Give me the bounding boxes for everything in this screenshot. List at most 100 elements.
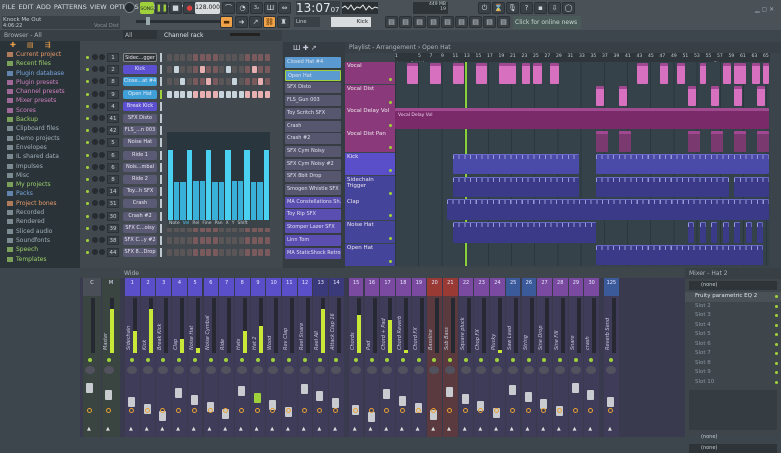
mute-led[interactable]	[417, 358, 421, 362]
picker-item[interactable]: SFX 8bit Drop	[285, 171, 341, 182]
channel-name-button[interactable]: SFX C...oisy	[123, 224, 157, 233]
mixer-strip[interactable]: 10Wood▲	[266, 278, 281, 437]
mixer-strip[interactable]: 2Kick▲	[141, 278, 156, 437]
mic-icon[interactable]: 🎙	[506, 2, 519, 14]
menu-add[interactable]: ADD	[36, 3, 50, 11]
route-arrow-icon[interactable]: ▲	[317, 426, 321, 432]
browser-item[interactable]: Current project	[0, 50, 80, 59]
velocity-bar[interactable]	[264, 150, 270, 220]
picker-item[interactable]: Toy Rip SFX	[285, 209, 341, 220]
step-button[interactable]	[232, 66, 237, 73]
step-button[interactable]	[206, 78, 211, 85]
mute-led[interactable]	[609, 358, 613, 362]
fx-enable-icon[interactable]	[145, 408, 150, 413]
fx-slot[interactable]: Slot 7	[685, 349, 781, 359]
slot-enable-led[interactable]	[775, 343, 778, 346]
picker-item[interactable]: Toy Scritch SFX	[285, 108, 341, 119]
link-icon[interactable]: ⛓	[263, 16, 276, 28]
graph-tab-note[interactable]: Note	[169, 220, 180, 228]
fx-enable-icon[interactable]	[541, 408, 546, 413]
playlist-clip[interactable]	[660, 63, 669, 84]
step-button[interactable]	[226, 91, 231, 98]
fx-slot[interactable]: Slot 3	[685, 311, 781, 321]
graph-tab-vel[interactable]: Vel	[183, 220, 190, 228]
picker-item[interactable]: SFX Disto	[285, 82, 341, 93]
channel-select-indicator[interactable]	[160, 212, 162, 221]
route-arrow-icon[interactable]: ▲	[478, 426, 482, 432]
countdown-icon[interactable]: 3₂	[250, 2, 263, 14]
velocity-bar[interactable]	[212, 182, 218, 221]
pan-knob[interactable]	[367, 366, 377, 374]
track-header[interactable]: Clap	[345, 198, 395, 220]
step-button[interactable]	[265, 66, 270, 73]
pan-knob[interactable]	[85, 366, 95, 374]
pan-knob[interactable]	[331, 366, 341, 374]
input-select[interactable]: (none)	[689, 281, 777, 290]
fx-slot[interactable]: Slot 2	[685, 302, 781, 312]
step-button[interactable]	[180, 66, 185, 73]
channel-select-indicator[interactable]	[160, 163, 162, 172]
pan-knob[interactable]	[253, 366, 263, 374]
song-mode-toggle[interactable]: SONG	[140, 2, 154, 14]
mute-led[interactable]	[464, 358, 468, 362]
step-button[interactable]	[187, 78, 192, 85]
fx-enable-icon[interactable]	[463, 408, 468, 413]
playlist-clip[interactable]	[734, 154, 769, 175]
group-filter[interactable]: All	[123, 30, 157, 39]
volume-knob[interactable]	[99, 152, 105, 158]
pan-knob[interactable]	[606, 366, 616, 374]
channel-select-indicator[interactable]	[160, 151, 162, 160]
playlist-clip[interactable]	[734, 222, 740, 243]
mute-led[interactable]	[256, 358, 260, 362]
picker-item[interactable]: Linn Tom	[285, 235, 341, 246]
channel-mute-led[interactable]	[86, 239, 89, 242]
fx-enable-icon[interactable]	[87, 408, 92, 413]
mixer-strip[interactable]: 26String▲	[522, 278, 537, 437]
playlist-clip[interactable]	[453, 63, 465, 84]
browser-item[interactable]: Envelopes	[0, 143, 80, 152]
pan-knob[interactable]	[382, 366, 392, 374]
step-button[interactable]	[219, 91, 224, 98]
step-button[interactable]	[200, 237, 205, 244]
menu-view[interactable]: VIEW	[90, 3, 107, 11]
velocity-bar[interactable]	[180, 182, 186, 221]
metronome-icon[interactable]: ⌒	[222, 2, 235, 14]
fx-enable-icon[interactable]	[416, 408, 421, 413]
step-button[interactable]	[258, 91, 263, 98]
track-header[interactable]: Vocal Dist	[345, 85, 395, 107]
mute-led[interactable]	[193, 358, 197, 362]
fx-enable-icon[interactable]	[384, 408, 389, 413]
step-button[interactable]	[219, 249, 224, 256]
playlist-clip[interactable]	[711, 222, 717, 243]
mixer-strip[interactable]: 24Plucky▲	[490, 278, 505, 437]
pan-knob[interactable]	[492, 366, 502, 374]
browser-item[interactable]: Misc	[0, 171, 80, 180]
channel-name-button[interactable]: Break Kick	[123, 102, 157, 111]
step-button[interactable]	[219, 78, 224, 85]
picker-item[interactable]: Crash	[285, 121, 341, 132]
picker-item[interactable]: MA StaticShock Retro...	[285, 248, 341, 259]
snap-icon[interactable]: ▬	[220, 16, 233, 28]
mute-led[interactable]	[271, 358, 275, 362]
fx-enable-icon[interactable]	[510, 408, 515, 413]
step-button[interactable]	[180, 54, 185, 61]
step-button[interactable]	[232, 249, 237, 256]
route-arrow-icon[interactable]: ▲	[353, 426, 357, 432]
channel-select-indicator[interactable]	[160, 187, 162, 196]
playlist-clip[interactable]	[688, 86, 695, 107]
step-button[interactable]	[265, 54, 270, 61]
step-button[interactable]	[219, 66, 224, 73]
velocity-bar[interactable]	[232, 181, 238, 220]
mute-led[interactable]	[479, 358, 483, 362]
mixer-window-icon[interactable]: ▤	[427, 16, 440, 28]
pan-knob[interactable]	[476, 366, 486, 374]
playlist-clip[interactable]	[688, 154, 734, 175]
mixer-strip[interactable]: 12Reel Snare▲	[298, 278, 313, 437]
channel-select-indicator[interactable]	[160, 236, 162, 245]
channel-name-button[interactable]: Open Hat	[123, 90, 157, 99]
fx-slot[interactable]: Slot 5	[685, 330, 781, 340]
browser-window-icon[interactable]: ▤	[441, 16, 454, 28]
picker-item[interactable]: SFX Cym Noisy	[285, 146, 341, 157]
playlist-clip[interactable]	[734, 131, 746, 152]
step-button[interactable]	[193, 91, 198, 98]
